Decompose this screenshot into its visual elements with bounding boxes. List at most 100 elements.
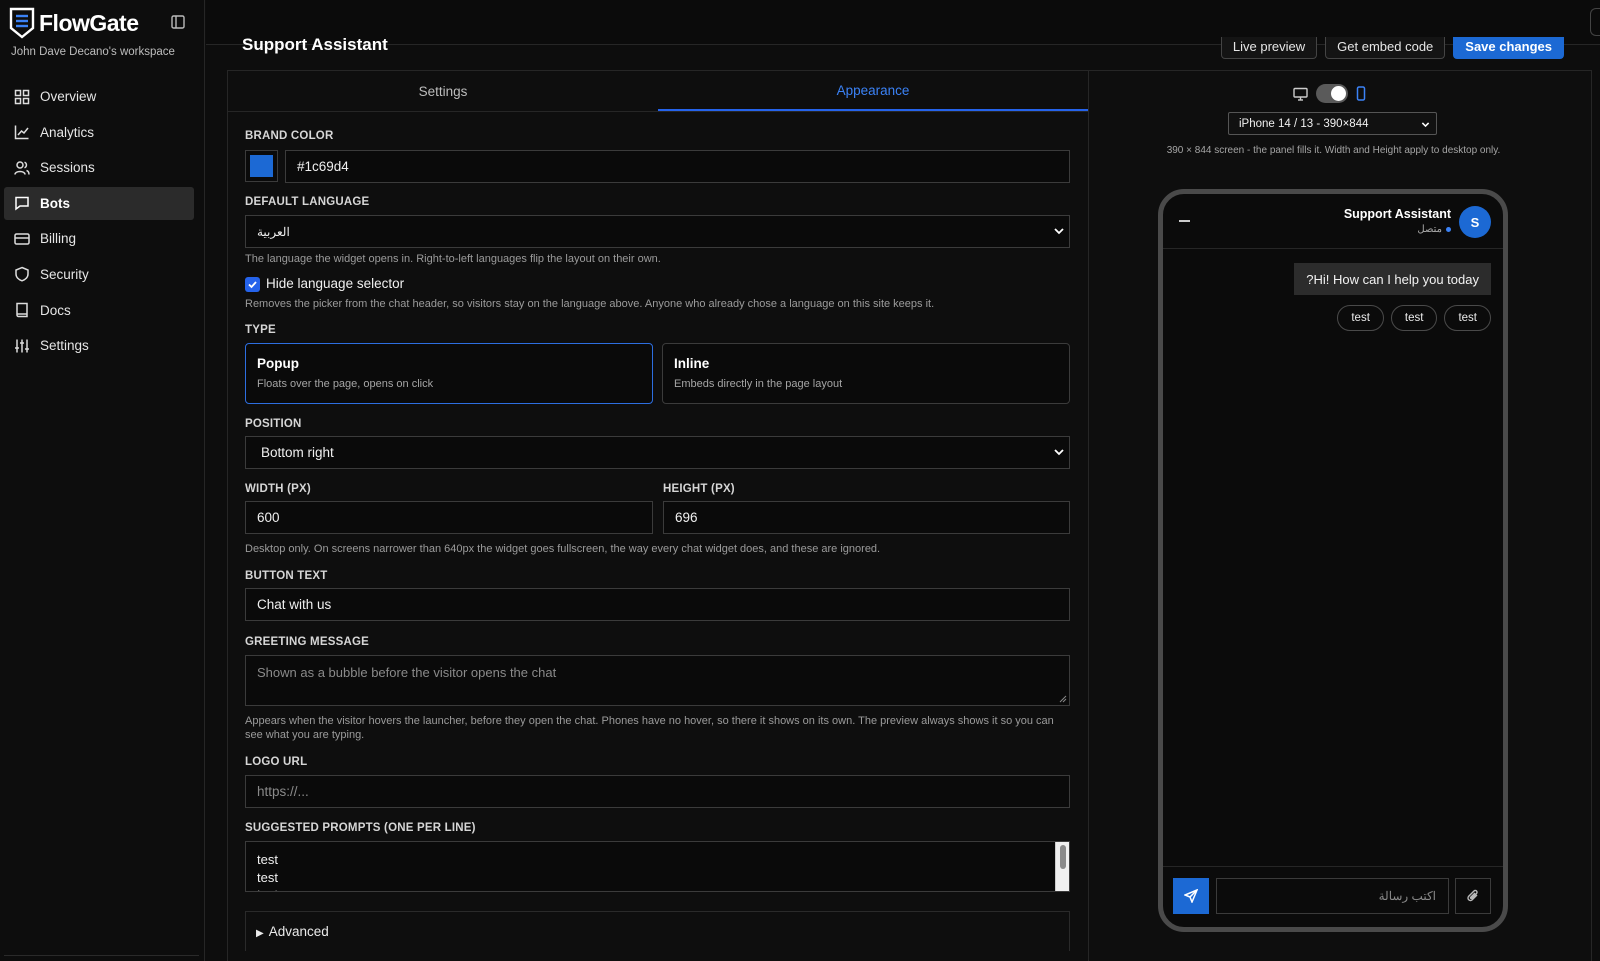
tab-appearance[interactable]: Appearance [658,71,1088,111]
type-option-inline[interactable]: Inline Embeds directly in the page layou… [662,343,1070,404]
height-label: HEIGHT (PX) [663,483,735,495]
page-title: Support Assistant [242,35,388,54]
preview-pane: iPhone 14 / 13 - 390×844 390 × 844 scree… [1089,71,1592,961]
suggested-prompts-textarea[interactable]: test test test [245,841,1070,892]
sidebar-item-label: Docs [40,302,71,318]
prompt-chip[interactable]: test [1390,305,1438,331]
desktop-icon[interactable] [1293,87,1308,101]
hide-language-selector-label[interactable]: Hide language selector [266,276,404,291]
sidebar-item-security[interactable]: Security [4,258,194,291]
chat-status-text: متصل [1417,224,1442,235]
send-button[interactable] [1173,878,1209,914]
message-input[interactable]: اكتب رسالة [1216,878,1449,914]
default-language-label: DEFAULT LANGUAGE [245,196,370,208]
brand-color-swatch[interactable] [245,150,278,182]
bot-avatar: S [1459,206,1491,238]
prompt-chip[interactable]: test [1337,305,1384,331]
app-name: FlowGate [39,9,139,36]
chevron-down-icon [1054,228,1064,235]
default-language-select[interactable]: العربية [245,215,1070,248]
sidebar-item-label: Overview [40,89,97,104]
sidebar-item-billing[interactable]: Billing [4,222,194,255]
chevron-down-icon [1054,449,1064,456]
prompt-chip[interactable]: test [1444,305,1491,331]
button-text-label: BUTTON TEXT [245,570,328,582]
type-label: TYPE [245,324,276,336]
sidebar-item-label: Analytics [40,124,95,140]
brand-color-label: BRAND COLOR [245,130,334,142]
resize-handle-icon[interactable] [1059,695,1067,703]
sidebar-item-label: Billing [40,231,77,247]
device-mode-switch[interactable] [1316,84,1348,103]
online-dot-icon [1446,227,1451,232]
suggested-prompts-label: SUGGESTED PROMPTS (ONE PER LINE) [245,822,476,834]
credit-card-icon [14,233,30,245]
main-content: Support Assistant Live preview Get embed… [206,35,1600,961]
caret-right-icon: ▶ [256,928,264,939]
message-icon [15,197,29,211]
tab-settings[interactable]: Settings [228,71,658,111]
brand-logo[interactable]: FlowGate [8,6,139,40]
live-preview-button[interactable]: Live preview [1220,37,1318,59]
prompt-line: test [257,869,278,885]
prompt-line: test [257,886,1058,891]
default-language-value: العربية [257,224,290,239]
device-help: 390 × 844 screen - the panel fills it. W… [1166,145,1501,156]
chat-status: متصل [1417,224,1451,235]
logo-url-label: LOGO URL [245,756,308,768]
greeting-textarea[interactable]: Shown as a bubble before the visitor ope… [245,655,1070,706]
sidebar-item-bots[interactable]: Bots [4,186,194,220]
sidebar: FlowGate John Dave Decano's workspace Ov… [0,0,205,961]
width-label: WIDTH (PX) [245,483,311,495]
sidebar-item-label: Settings [40,338,89,354]
attach-button[interactable] [1455,878,1491,914]
app-root: FlowGate John Dave Decano's workspace Ov… [0,0,1600,961]
chat-title: Support Assistant [1343,207,1451,221]
device-preset-select[interactable]: iPhone 14 / 13 - 390×844 [1228,112,1437,135]
topbar-edge-button[interactable] [1590,8,1600,36]
users-icon [14,160,30,175]
size-help: Desktop only. On screens narrower than 6… [245,543,881,555]
shield-icon [15,267,29,283]
book-icon [16,302,28,318]
type-option-title: Popup [257,356,299,371]
button-text-input[interactable]: Chat with us [245,588,1070,621]
sidebar-item-label: Sessions [40,160,95,176]
brand-color-input[interactable]: #1c69d4 [285,150,1070,183]
scrollbar-thumb[interactable] [1060,845,1066,869]
type-option-title: Inline [674,356,710,371]
brand-color-preview [250,155,273,177]
logo-url-input[interactable]: https://... [245,775,1070,808]
grid-icon [14,89,30,104]
minimize-icon[interactable] [1179,220,1190,222]
paperclip-icon [1467,889,1478,902]
position-select[interactable]: Bottom right [245,436,1070,469]
height-input[interactable]: 696 [663,501,1070,534]
sidebar-item-settings[interactable]: Settings [4,329,194,362]
advanced-toggle[interactable]: ▶ Advanced [245,911,1070,951]
width-input[interactable]: 600 [245,501,653,534]
greeting-bubble: ?Hi! How can I help you today [1294,263,1491,295]
sidebar-item-analytics[interactable]: Analytics [4,116,194,149]
hide-language-selector-checkbox[interactable] [245,277,260,292]
get-embed-code-button[interactable]: Get embed code [1325,37,1446,59]
type-option-popup[interactable]: Popup Floats over the page, opens on cli… [245,343,653,404]
type-option-desc: Embeds directly in the page layout [674,378,843,390]
mobile-icon[interactable] [1356,86,1366,101]
sidebar-collapse-icon[interactable] [171,15,185,32]
position-label: POSITION [245,418,302,430]
sidebar-item-docs[interactable]: Docs [4,294,194,327]
save-changes-button[interactable]: Save changes [1453,37,1564,59]
sidebar-item-label: Security [40,266,89,282]
sidebar-item-sessions[interactable]: Sessions [4,151,194,184]
chevron-down-icon [1421,122,1430,128]
device-toggle [1293,84,1366,103]
advanced-label: Advanced [268,924,329,939]
switch-knob [1331,86,1346,101]
sidebar-item-overview[interactable]: Overview [4,80,194,113]
appearance-form-pane: Settings Appearance BRAND COLOR #1c69d4 … [228,71,1089,961]
sidebar-nav: Overview Analytics Sessions Bots Billing… [4,80,194,365]
sidebar-divider [4,955,199,956]
prompts-scrollbar[interactable] [1055,842,1069,891]
sliders-icon [15,339,29,353]
